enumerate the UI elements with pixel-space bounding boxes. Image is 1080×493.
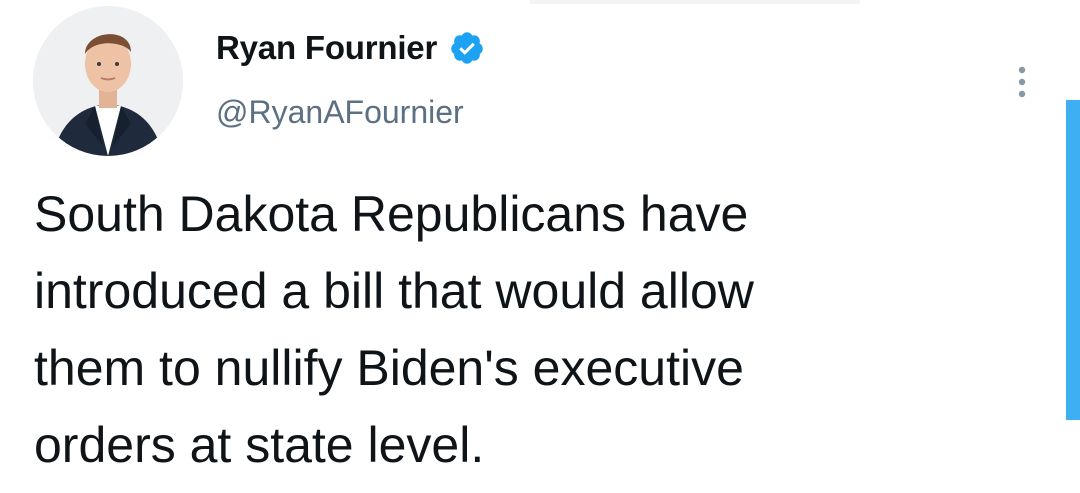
avatar-portrait [33,6,183,156]
scroll-indicator[interactable] [1066,100,1080,420]
author-handle[interactable]: @RyanAFournier [216,94,464,131]
more-options-icon[interactable] [1010,64,1034,100]
top-divider [530,0,860,4]
author-row: Ryan Fournier [216,26,485,70]
tweet-card: Ryan Fournier @RyanAFournier South Dakot… [0,0,1080,493]
tweet-text: South Dakota Republicans have introduced… [34,186,754,473]
verified-badge-icon [451,32,483,64]
avatar[interactable] [33,6,183,156]
display-name[interactable]: Ryan Fournier [216,29,437,67]
